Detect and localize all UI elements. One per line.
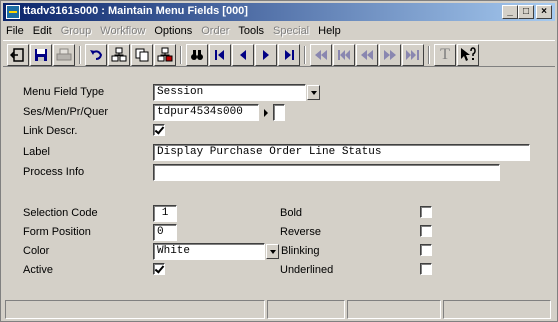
- underlined-checkbox[interactable]: [420, 263, 432, 275]
- status-panel-3: [347, 300, 441, 319]
- status-panel-main: [5, 300, 265, 319]
- first-record-button[interactable]: [209, 44, 231, 66]
- print-button[interactable]: [53, 44, 75, 66]
- window-controls: _ □ ×: [502, 5, 552, 19]
- link-descr-checkbox[interactable]: [153, 124, 165, 136]
- menu-workflow[interactable]: Workflow: [100, 25, 145, 37]
- toolbar-separator: [428, 46, 430, 64]
- text-icon: T: [440, 46, 450, 63]
- title-bar[interactable]: ttadv3161s000 : Maintain Menu Fields [00…: [3, 3, 555, 21]
- selection-code-input[interactable]: 1: [153, 205, 177, 222]
- menu-special[interactable]: Special: [273, 25, 309, 37]
- previous-set-button[interactable]: [356, 44, 378, 66]
- menu-order[interactable]: Order: [201, 25, 229, 37]
- status-panel-4: [443, 300, 551, 319]
- previous-record-button[interactable]: [232, 44, 254, 66]
- first-set-icon: [315, 50, 327, 60]
- next-record-icon: [263, 50, 269, 60]
- last-set-button[interactable]: [402, 44, 424, 66]
- toolbar: T: [3, 40, 555, 67]
- blinking-label: Blinking: [281, 245, 320, 257]
- reverse-label: Reverse: [280, 226, 321, 238]
- process-info-label: Process Info: [23, 166, 85, 178]
- exit-icon: [10, 48, 24, 62]
- minimize-button[interactable]: _: [502, 5, 518, 19]
- menu-help[interactable]: Help: [318, 25, 341, 37]
- delete-record-icon: [157, 47, 173, 62]
- previous-group-icon: [338, 50, 350, 60]
- next-record-button[interactable]: [255, 44, 277, 66]
- window-title: ttadv3161s000 : Maintain Menu Fields [00…: [23, 5, 248, 17]
- menu-group[interactable]: Group: [61, 25, 92, 37]
- status-bar: [3, 297, 555, 321]
- active-checkbox[interactable]: [153, 263, 165, 275]
- color-select[interactable]: White: [153, 243, 265, 260]
- ses-men-pr-quer-input[interactable]: tdpur4534s000: [153, 104, 259, 121]
- print-icon: [56, 48, 72, 61]
- context-help-icon: [461, 47, 476, 61]
- last-record-icon: [285, 50, 294, 60]
- menu-tools[interactable]: Tools: [238, 25, 264, 37]
- last-set-icon: [406, 50, 419, 60]
- copy-record-button[interactable]: [131, 44, 153, 66]
- find-icon: [191, 50, 203, 60]
- link-descr-label: Link Descr.: [23, 125, 78, 137]
- next-set-icon: [384, 50, 396, 60]
- menu-options[interactable]: Options: [154, 25, 192, 37]
- form-position-input[interactable]: 0: [153, 224, 177, 241]
- main-window: ttadv3161s000 : Maintain Menu Fields [00…: [0, 0, 558, 322]
- first-set-button[interactable]: [310, 44, 332, 66]
- find-button[interactable]: [186, 44, 208, 66]
- delete-record-button[interactable]: [154, 44, 176, 66]
- menu-field-type-label: Menu Field Type: [23, 86, 105, 98]
- menu-field-type-select[interactable]: Session: [153, 84, 306, 101]
- bold-checkbox[interactable]: [420, 206, 432, 218]
- label-field-label: Label: [23, 146, 50, 158]
- save-icon: [35, 49, 47, 61]
- chevron-down-icon[interactable]: [266, 244, 279, 259]
- chevron-down-icon[interactable]: [307, 85, 320, 100]
- previous-record-icon: [240, 50, 246, 60]
- label-input[interactable]: Display Purchase Order Line Status: [153, 144, 530, 161]
- form-position-label: Form Position: [23, 226, 91, 238]
- zoom-arrow-icon[interactable]: [264, 109, 268, 117]
- app-icon[interactable]: [6, 5, 20, 19]
- ses-men-pr-quer-extra-input[interactable]: [273, 104, 285, 121]
- selection-code-label: Selection Code: [23, 207, 98, 219]
- first-record-icon: [215, 50, 224, 60]
- process-info-input[interactable]: [153, 164, 500, 181]
- next-set-button[interactable]: [379, 44, 401, 66]
- previous-group-button[interactable]: [333, 44, 355, 66]
- undo-button[interactable]: [85, 44, 107, 66]
- maximize-button[interactable]: □: [518, 5, 534, 19]
- last-record-button[interactable]: [278, 44, 300, 66]
- insert-record-icon: [111, 47, 127, 62]
- blinking-checkbox[interactable]: [420, 244, 432, 256]
- exit-button[interactable]: [7, 44, 29, 66]
- toolbar-separator: [180, 46, 182, 64]
- color-label: Color: [23, 245, 50, 257]
- toolbar-separator: [79, 46, 81, 64]
- previous-set-icon: [361, 50, 373, 60]
- bold-label: Bold: [280, 207, 303, 219]
- copy-record-icon: [135, 48, 149, 62]
- menu-bar: File Edit Group Workflow Options Order T…: [3, 22, 555, 39]
- save-button[interactable]: [30, 44, 52, 66]
- undo-icon: [90, 50, 103, 60]
- reverse-checkbox[interactable]: [420, 225, 432, 237]
- active-label: Active: [23, 264, 53, 276]
- close-button[interactable]: ×: [536, 5, 552, 19]
- ses-men-pr-quer-label: Ses/Men/Pr/Quer: [23, 106, 108, 118]
- insert-record-button[interactable]: [108, 44, 130, 66]
- menu-file[interactable]: File: [6, 25, 24, 37]
- underlined-label: Underlined: [280, 264, 334, 276]
- context-help-button[interactable]: [457, 44, 479, 66]
- status-panel-2: [267, 300, 345, 319]
- text-button[interactable]: T: [434, 44, 456, 66]
- menu-edit[interactable]: Edit: [33, 25, 52, 37]
- form-area: Menu Field Type Session Ses/Men/Pr/Quer …: [3, 69, 555, 294]
- toolbar-separator: [304, 46, 306, 64]
